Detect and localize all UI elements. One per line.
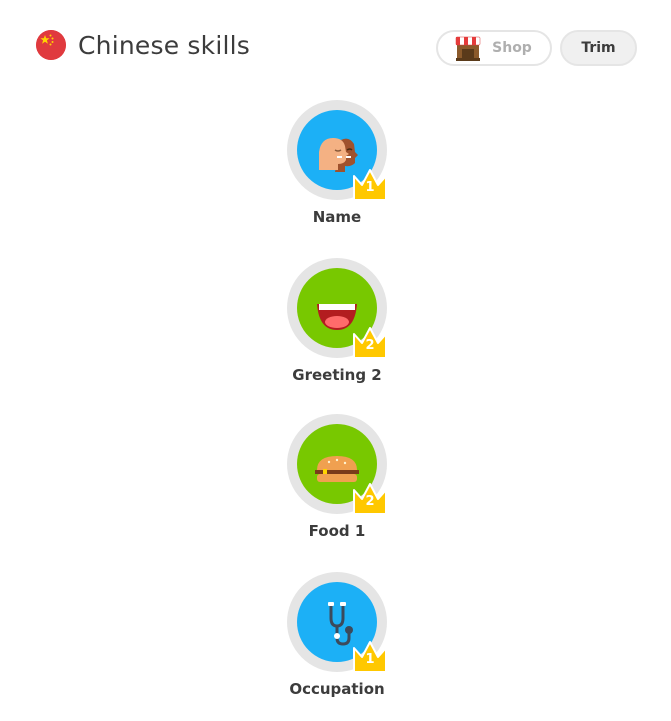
trim-button-label: Trim [581,40,616,56]
crown-level: 2 [365,494,375,509]
shop-store-icon [454,36,482,66]
page-header: Chinese skills [36,30,250,60]
shop-button-label: Shop [492,40,532,56]
skill-progress-ring[interactable]: 2 [287,414,387,515]
skill-food-1[interactable]: 2 Food 1 [287,414,387,540]
skill-label: Name [312,208,362,226]
crown-level: 2 [365,338,375,353]
skill-progress-ring[interactable]: 2 [287,258,387,359]
skill-label: Greeting 2 [292,366,382,384]
skill-label: Food 1 [308,522,366,540]
crown-level: 1 [365,652,375,667]
skill-occupation[interactable]: 1 Occupation [287,572,387,698]
page-title: Chinese skills [78,30,250,60]
china-flag-icon [36,30,66,60]
skill-name[interactable]: 1 Name [287,100,387,226]
skill-greeting-2[interactable]: 2 Greeting 2 [287,258,387,384]
skill-progress-ring[interactable]: 1 [287,100,387,201]
crown-level: 1 [365,180,375,195]
shop-button[interactable]: Shop [436,30,552,66]
trim-button[interactable]: Trim [560,30,637,66]
skill-label: Occupation [289,680,385,698]
skill-progress-ring[interactable]: 1 [287,572,387,673]
